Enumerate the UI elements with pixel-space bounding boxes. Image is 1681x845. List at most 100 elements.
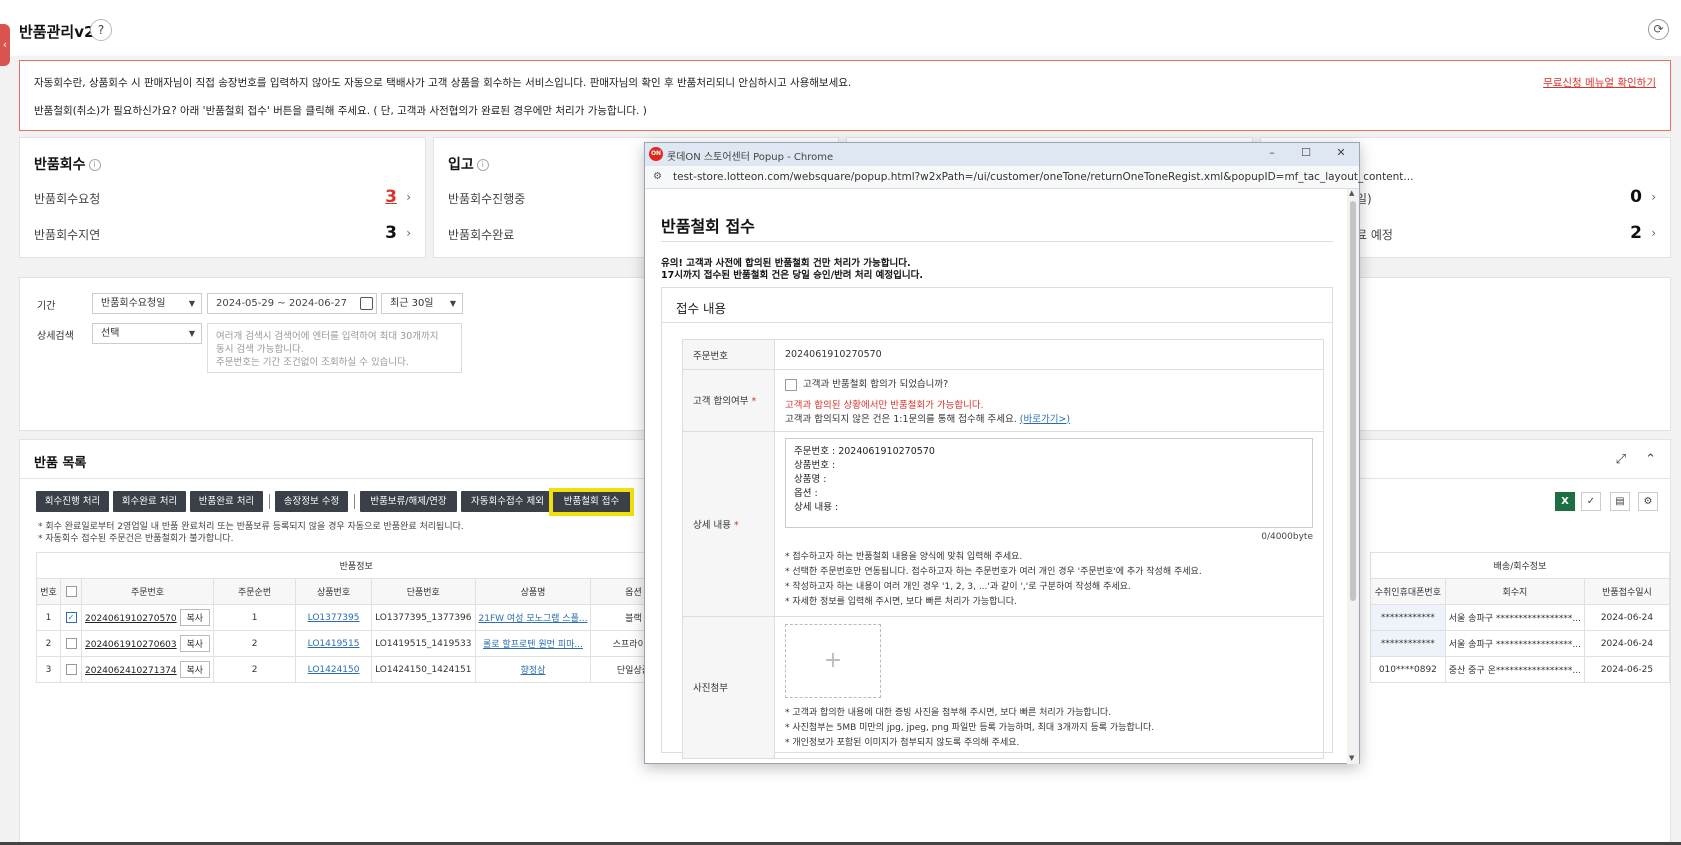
url-text[interactable]: test-store.lotteon.com/websquare/popup.h… xyxy=(673,171,1413,183)
check-edit-icon[interactable]: ✓ xyxy=(1581,492,1601,511)
return-complete-button[interactable]: 반품완료 처리 xyxy=(190,491,263,512)
column-header[interactable]: 상품번호 xyxy=(295,578,373,605)
photo-upload-button[interactable]: + xyxy=(785,623,881,698)
table-row[interactable]: 1 ✓ 2024061910270570 복사 1 LO1377395 LO13… xyxy=(36,604,677,631)
return-hold-button[interactable]: 반품보류/해제/연장 xyxy=(360,491,457,512)
side-panel-toggle[interactable]: ‹ xyxy=(0,24,10,66)
column-header[interactable]: 주문순번 xyxy=(213,578,297,605)
period-type-select[interactable]: 반품회수요청일 ▼ xyxy=(92,293,202,314)
detail-guide: * 접수하고자 하는 반품철회 내용을 양식에 맞춰 입력해 주세요. * 선택… xyxy=(785,551,1202,607)
copy-button[interactable]: 복사 xyxy=(179,661,211,678)
agreement-checkbox[interactable] xyxy=(785,378,797,391)
copy-button[interactable]: 복사 xyxy=(179,609,211,626)
scrollbar[interactable]: ▲ ▼ xyxy=(1347,189,1359,764)
select-all-checkbox[interactable] xyxy=(60,578,82,605)
inquiry-shortcut-link[interactable]: (바로가기>) xyxy=(1020,414,1070,425)
table-row[interactable]: ************ 서울 송파구 *****************...… xyxy=(1370,630,1671,657)
window-title: 롯데ON 스토어센터 Popup - Chrome xyxy=(667,152,834,163)
product-name-link[interactable]: 21FW 여성 모노그램 스플... xyxy=(479,614,588,624)
card-row[interactable]: 반품회수지연 3 › xyxy=(34,223,411,246)
product-name-link[interactable]: 롤로 할프로텐 원먼 피마... xyxy=(483,640,583,650)
photo-field: + * 고객과 합의한 내용에 대한 증빙 사진을 첨부해 주시면, 보다 빠른… xyxy=(774,615,1324,759)
detail-search-textarea[interactable]: 여러개 검색시 검색어에 엔터를 입력하여 최대 30개까지 동시 검색 가능합… xyxy=(207,323,462,373)
period-label: 기간 xyxy=(37,301,56,312)
product-link[interactable]: LO1424150 xyxy=(308,665,360,675)
pickup-progress-button[interactable]: 회수진행 처리 xyxy=(36,491,109,512)
table-row[interactable]: 010****0892 중산 중구 온*****************... … xyxy=(1370,656,1671,683)
product-link[interactable]: LO1377395 xyxy=(308,613,360,623)
card-row[interactable]: 일) 0 › xyxy=(1356,187,1656,210)
card-row[interactable]: 료 예정 2 › xyxy=(1356,223,1656,246)
excel-icon[interactable]: X xyxy=(1555,492,1575,511)
column-header: 번호 xyxy=(36,578,61,605)
pickup-complete-button[interactable]: 회수완료 처리 xyxy=(113,491,186,512)
chevron-right-icon: › xyxy=(406,226,411,240)
card-title: 반품회수 i xyxy=(34,154,101,174)
expand-icon[interactable]: ⤢ xyxy=(1616,452,1626,467)
column-header[interactable]: 주문번호 xyxy=(80,578,215,605)
period-preset-select[interactable]: 최근 30일 ▼ xyxy=(381,293,463,314)
site-info-icon[interactable]: ⚙ xyxy=(653,171,662,182)
column-header[interactable]: 회수지 xyxy=(1444,578,1585,605)
order-number-link[interactable]: 2024061910270603 xyxy=(85,640,177,650)
order-number-link[interactable]: 2024062410271374 xyxy=(85,666,177,676)
divider xyxy=(269,494,270,509)
table-row[interactable]: 2 2024061910270603 복사 2 LO1419515 LO1419… xyxy=(36,630,677,657)
chevron-up-icon[interactable]: ⌃ xyxy=(1645,452,1656,467)
minimize-icon[interactable]: – xyxy=(1262,146,1282,159)
order-number-link[interactable]: 2024061910270570 xyxy=(85,614,177,624)
column-header[interactable]: 반품접수일시 xyxy=(1583,578,1671,605)
list-title: 반품 목록 xyxy=(34,456,87,471)
maximize-icon[interactable]: ☐ xyxy=(1296,146,1316,159)
info-icon[interactable]: i xyxy=(88,159,101,171)
row-checkbox[interactable]: ✓ xyxy=(60,604,82,631)
column-header[interactable]: 단품번호 xyxy=(371,578,476,605)
chevron-right-icon: › xyxy=(1651,226,1656,240)
scroll-up-icon: ▲ xyxy=(1349,189,1355,197)
window-titlebar[interactable]: ON 롯데ON 스토어센터 Popup - Chrome – ☐ ✕ xyxy=(645,143,1359,166)
group-header: 반품정보 xyxy=(35,552,677,579)
count-value: 2 xyxy=(1630,223,1642,243)
save-icon[interactable]: ▤ xyxy=(1610,492,1630,511)
invoice-edit-button[interactable]: 송장정보 수정 xyxy=(275,491,348,512)
card-row[interactable]: 반품회수요청 3 › xyxy=(34,187,411,210)
detail-label: 상세 내용 * xyxy=(682,430,775,617)
row-checkbox[interactable] xyxy=(60,630,82,657)
gear-icon[interactable]: ⚙ xyxy=(1638,492,1658,511)
detail-search-select[interactable]: 선택 ▼ xyxy=(92,323,202,344)
help-button[interactable]: ? xyxy=(90,19,112,41)
table-row[interactable]: 3 2024062410271374 복사 2 LO1424150 LO1424… xyxy=(36,656,677,683)
row-checkbox[interactable] xyxy=(60,656,82,683)
warning-line-2: 17시까지 접수된 반품철회 건은 당일 승인/반려 처리 예정입니다. xyxy=(661,270,923,281)
calendar-icon xyxy=(360,297,373,310)
column-header[interactable]: 수취인휴대폰번호 xyxy=(1370,578,1446,605)
info-icon[interactable]: i xyxy=(476,159,489,171)
agreement-field: 고객과 반품철회 합의가 되었습니까? 고객과 합의된 상황에서만 반품철회가 … xyxy=(774,369,1324,432)
column-header[interactable]: 상품명 xyxy=(474,578,592,605)
manual-link[interactable]: 무료신청 메뉴얼 확인하기 xyxy=(1543,75,1656,90)
photo-label: 사진첨부 xyxy=(682,615,775,759)
chevron-down-icon: ▼ xyxy=(188,329,195,338)
divider xyxy=(354,494,355,509)
detail-textarea[interactable]: 주문번호 : 2024061910270570 상품번호 : 상품명 : 옵션 … xyxy=(785,437,1313,528)
detail-search-label: 상세검색 xyxy=(37,331,74,342)
date-range-input[interactable]: 2024-05-29 ~ 2024-06-27 xyxy=(207,293,377,314)
scrollbar-thumb xyxy=(1350,201,1356,601)
count-value: 3 xyxy=(385,223,397,243)
refresh-icon[interactable]: ⟳ xyxy=(1648,19,1669,40)
notice-line-1: 자동회수란, 상품회수 시 판매자님이 직접 송장번호를 입력하지 않아도 자동… xyxy=(34,77,852,89)
detail-field: 주문번호 : 2024061910270570 상품번호 : 상품명 : 옵션 … xyxy=(774,430,1324,617)
product-link[interactable]: LO1419515 xyxy=(308,639,360,649)
close-icon[interactable]: ✕ xyxy=(1331,146,1351,159)
copy-button[interactable]: 복사 xyxy=(179,635,211,652)
table-row[interactable]: ************ 서울 송파구 *****************...… xyxy=(1370,604,1671,631)
product-name-link[interactable]: 향정삼 xyxy=(521,666,546,676)
chevron-right-icon: › xyxy=(1651,190,1656,204)
chevron-right-icon: › xyxy=(406,190,411,204)
return-withdraw-button[interactable]: 반품철회 접수 xyxy=(549,488,634,516)
list-note-2: * 자동회수 접수된 주문건은 반품철회가 불가합니다. xyxy=(38,534,234,544)
address-bar[interactable]: ⚙ test-store.lotteon.com/websquare/popup… xyxy=(645,166,1413,189)
auto-pickup-exclude-button[interactable]: 자동회수접수 제외 xyxy=(461,491,554,512)
card-title: 입고 i xyxy=(448,154,489,174)
section-title: 접수 내용 xyxy=(676,301,726,316)
